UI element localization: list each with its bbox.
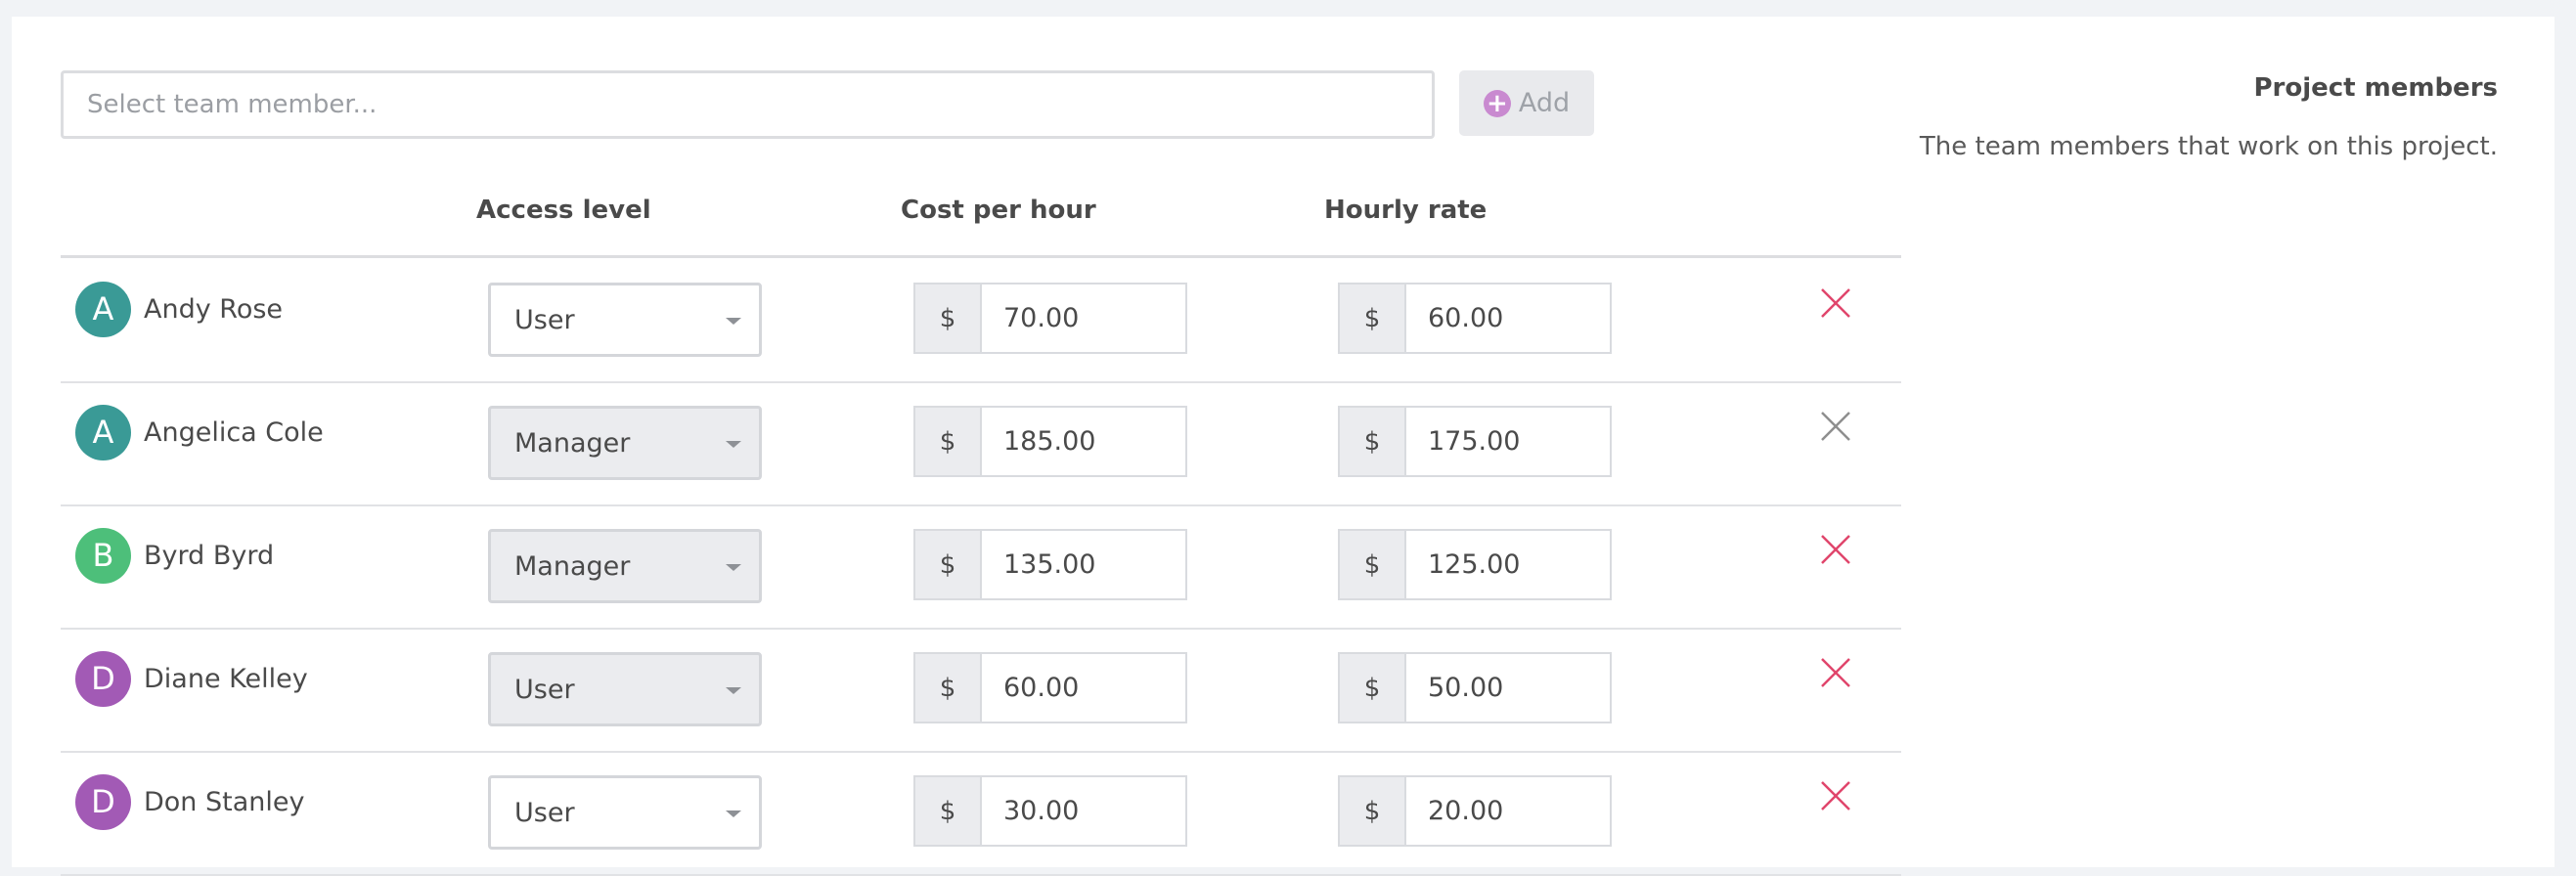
column-header-hourly-rate: Hourly rate — [1324, 196, 1488, 225]
team-member-search-input[interactable] — [61, 70, 1435, 139]
plus-circle-icon: + — [1483, 89, 1511, 117]
avatar: A — [75, 405, 131, 460]
column-header-access-level: Access level — [476, 196, 651, 225]
access-level-value: User — [514, 797, 575, 828]
close-icon — [1821, 658, 1850, 687]
access-level-select[interactable]: Manager — [488, 406, 762, 480]
currency-prefix: $ — [913, 406, 980, 477]
access-level-value: Manager — [514, 427, 631, 459]
cost-per-hour-input[interactable]: 135.00 — [980, 529, 1187, 600]
currency-prefix: $ — [1338, 652, 1404, 723]
hourly-rate-field: $ 125.00 — [1338, 529, 1612, 600]
close-icon — [1821, 781, 1850, 810]
cost-per-hour-field: $ 70.00 — [913, 283, 1187, 354]
avatar: A — [75, 282, 131, 337]
section-title: Project members — [2253, 73, 2498, 103]
add-member-button[interactable]: + Add — [1459, 70, 1594, 136]
chevron-down-icon — [726, 564, 741, 571]
avatar: D — [75, 651, 131, 707]
cost-per-hour-input[interactable]: 60.00 — [980, 652, 1187, 723]
access-level-select[interactable]: User — [488, 283, 762, 357]
avatar: D — [75, 774, 131, 830]
currency-prefix: $ — [913, 652, 980, 723]
close-icon — [1821, 412, 1850, 441]
currency-prefix: $ — [1338, 775, 1404, 847]
chevron-down-icon — [726, 810, 741, 817]
hourly-rate-input[interactable]: 20.00 — [1404, 775, 1612, 847]
member-name: Angelica Cole — [144, 417, 324, 448]
member-name: Diane Kelley — [144, 664, 308, 694]
hourly-rate-field: $ 20.00 — [1338, 775, 1612, 847]
cost-per-hour-input[interactable]: 185.00 — [980, 406, 1187, 477]
chevron-down-icon — [726, 441, 741, 448]
table-row: B Byrd Byrd Manager $ 135.00 $ 125.00 — [61, 504, 1901, 630]
section-description: The team members that work on this proje… — [1919, 132, 2498, 161]
add-button-label: Add — [1518, 88, 1571, 118]
hourly-rate-input[interactable]: 125.00 — [1404, 529, 1612, 600]
hourly-rate-field: $ 175.00 — [1338, 406, 1612, 477]
access-level-value: Manager — [514, 550, 631, 582]
table-row: A Angelica Cole Manager $ 185.00 $ 175.0… — [61, 381, 1901, 506]
currency-prefix: $ — [913, 283, 980, 354]
access-level-value: User — [514, 304, 575, 335]
access-level-select[interactable]: Manager — [488, 529, 762, 603]
hourly-rate-input[interactable]: 50.00 — [1404, 652, 1612, 723]
cost-per-hour-field: $ 185.00 — [913, 406, 1187, 477]
chevron-down-icon — [726, 318, 741, 325]
cost-per-hour-field: $ 135.00 — [913, 529, 1187, 600]
cost-per-hour-field: $ 60.00 — [913, 652, 1187, 723]
currency-prefix: $ — [913, 775, 980, 847]
remove-member-button[interactable] — [1816, 530, 1855, 569]
hourly-rate-input[interactable]: 60.00 — [1404, 283, 1612, 354]
remove-member-button[interactable] — [1816, 653, 1855, 692]
currency-prefix: $ — [1338, 283, 1404, 354]
remove-member-button[interactable] — [1816, 407, 1855, 446]
access-level-select[interactable]: User — [488, 775, 762, 850]
remove-member-button[interactable] — [1816, 776, 1855, 815]
table-row: D Diane Kelley User $ 60.00 $ 50.00 — [61, 628, 1901, 753]
cost-per-hour-field: $ 30.00 — [913, 775, 1187, 847]
column-header-cost-per-hour: Cost per hour — [901, 196, 1096, 225]
hourly-rate-field: $ 50.00 — [1338, 652, 1612, 723]
close-icon — [1821, 535, 1850, 564]
table-row: A Andy Rose User $ 70.00 $ 60.00 — [61, 258, 1901, 383]
hourly-rate-input[interactable]: 175.00 — [1404, 406, 1612, 477]
table-row: D Don Stanley User $ 30.00 $ 20.00 — [61, 751, 1901, 876]
access-level-value: User — [514, 674, 575, 705]
avatar: B — [75, 528, 131, 584]
access-level-select[interactable]: User — [488, 652, 762, 726]
cost-per-hour-input[interactable]: 70.00 — [980, 283, 1187, 354]
hourly-rate-field: $ 60.00 — [1338, 283, 1612, 354]
cost-per-hour-input[interactable]: 30.00 — [980, 775, 1187, 847]
chevron-down-icon — [726, 687, 741, 694]
member-name: Byrd Byrd — [144, 541, 275, 571]
member-name: Andy Rose — [144, 294, 284, 325]
currency-prefix: $ — [1338, 406, 1404, 477]
project-members-card: + Add Project members The team members t… — [12, 17, 2554, 876]
remove-member-button[interactable] — [1816, 284, 1855, 323]
member-name: Don Stanley — [144, 787, 305, 817]
close-icon — [1821, 288, 1850, 318]
currency-prefix: $ — [1338, 529, 1404, 600]
currency-prefix: $ — [913, 529, 980, 600]
